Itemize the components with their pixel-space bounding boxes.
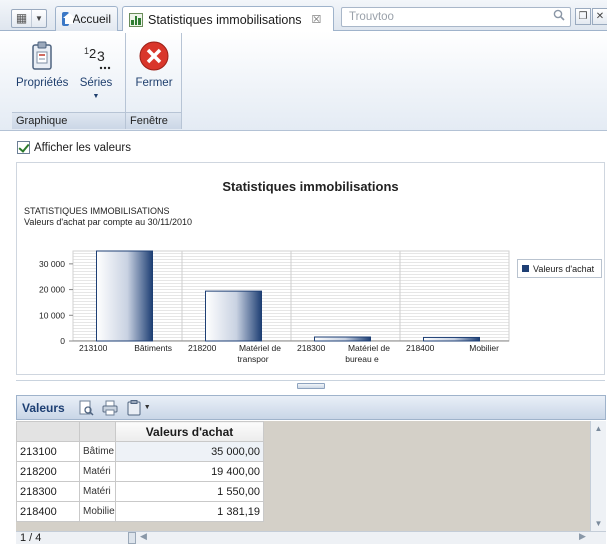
y-tick-label: 0 bbox=[60, 336, 65, 346]
chevron-down-icon: ▼ bbox=[35, 14, 43, 23]
bar bbox=[96, 250, 153, 342]
x-category-name-line2: transpor bbox=[237, 354, 268, 364]
bar bbox=[423, 336, 480, 342]
column-header-valeurs-achat[interactable]: Valeurs d'achat bbox=[115, 421, 264, 442]
y-tick-label: 30 000 bbox=[39, 259, 65, 269]
ribbon-group-graphique: Propriétés 1 2 3 Séries ▼ Graphique bbox=[12, 33, 126, 129]
table-row[interactable]: 218400 Mobilie 1 381,19 bbox=[16, 501, 264, 522]
chart-panel: Statistiques immobilisations STATISTIQUE… bbox=[16, 162, 605, 375]
fermer-button[interactable]: Fermer bbox=[128, 37, 180, 89]
x-category-code: 218400 bbox=[406, 343, 435, 353]
row-label: Mobilie bbox=[79, 501, 116, 522]
show-values-label: Afficher les valeurs bbox=[34, 141, 131, 154]
ribbon-group-label-graphique: Graphique bbox=[12, 112, 125, 129]
row-label: Bâtime bbox=[79, 441, 116, 462]
row-value[interactable]: 1 550,00 bbox=[115, 481, 264, 502]
bar bbox=[205, 290, 262, 342]
fermer-label: Fermer bbox=[135, 77, 173, 89]
x-category-name: Matériel de bbox=[348, 343, 390, 353]
tab-accueil[interactable]: Accueil bbox=[55, 6, 118, 31]
series-label: Séries bbox=[79, 77, 113, 89]
tab-accueil-label: Accueil bbox=[72, 12, 111, 26]
legend-label: Valeurs d'achat bbox=[533, 263, 595, 274]
show-values-checkbox[interactable] bbox=[17, 141, 30, 154]
row-code: 218300 bbox=[16, 481, 80, 502]
row-value[interactable]: 19 400,00 bbox=[115, 461, 264, 482]
table-row[interactable]: 218300 Matéri 1 550,00 bbox=[16, 481, 264, 502]
x-category-name: Matériel de bbox=[239, 343, 281, 353]
x-category-name: Mobilier bbox=[469, 343, 499, 353]
search-field[interactable]: Trouvtoo bbox=[341, 7, 571, 27]
row-code: 218200 bbox=[16, 461, 80, 482]
ribbon: Propriétés 1 2 3 Séries ▼ Graphique Ferm… bbox=[0, 31, 607, 131]
scroll-left-icon[interactable]: ◀ bbox=[140, 531, 147, 542]
tab-bar: ▦ ▼ Accueil Statistiques immobilisations… bbox=[0, 0, 607, 32]
x-category-name: Bâtiments bbox=[134, 343, 172, 353]
clipboard-menu-icon[interactable]: ▼ bbox=[125, 399, 153, 416]
scroll-right-icon[interactable]: ▶ bbox=[579, 531, 586, 542]
row-code: 218400 bbox=[16, 501, 80, 522]
app-menu-button[interactable]: ▦ ▼ bbox=[11, 9, 47, 28]
print-icon[interactable] bbox=[101, 400, 119, 416]
bar-chart-icon bbox=[129, 12, 143, 27]
row-value[interactable]: 35 000,00 bbox=[115, 441, 264, 462]
print-preview-icon[interactable] bbox=[77, 400, 95, 416]
proprietes-label: Propriétés bbox=[16, 77, 69, 89]
row-label: Matéri bbox=[79, 481, 116, 502]
chevron-down-icon: ▼ bbox=[92, 93, 100, 100]
header-blank-label bbox=[79, 421, 116, 442]
tab-close-icon[interactable]: ☒ bbox=[312, 13, 322, 26]
svg-text:3: 3 bbox=[97, 48, 105, 64]
x-category-code: 218300 bbox=[297, 343, 326, 353]
ribbon-group-label-fenetre: Fenêtre bbox=[126, 112, 181, 129]
chevron-down-icon: ▼ bbox=[143, 404, 151, 411]
ribbon-group-fenetre: Fermer Fenêtre bbox=[126, 33, 182, 129]
close-window-icon[interactable]: ✕ bbox=[592, 8, 607, 25]
svg-text:2: 2 bbox=[89, 46, 96, 61]
panel-splitter-handle[interactable] bbox=[297, 383, 325, 389]
grid-menu-icon: ▦ bbox=[12, 10, 32, 27]
proprietes-button[interactable]: Propriétés bbox=[16, 37, 68, 89]
bar bbox=[314, 336, 371, 342]
y-tick-label: 10 000 bbox=[39, 310, 65, 320]
row-code: 213100 bbox=[16, 441, 80, 462]
x-category-code: 218200 bbox=[188, 343, 217, 353]
series-button[interactable]: 1 2 3 Séries ▼ bbox=[70, 37, 122, 100]
grid-status-bar: 1 / 4 ◀ ▶ bbox=[16, 531, 606, 544]
clipboard-properties-icon bbox=[32, 41, 52, 70]
show-values-option[interactable]: Afficher les valeurs bbox=[17, 141, 131, 154]
values-title: Valeurs bbox=[22, 400, 65, 415]
header-blank-code bbox=[16, 421, 80, 442]
legend-swatch bbox=[522, 265, 529, 272]
close-red-x-icon bbox=[139, 41, 169, 71]
tab-statistiques-label: Statistiques immobilisations bbox=[148, 12, 302, 27]
splitter-line bbox=[16, 380, 605, 381]
table-row[interactable]: 213100 Bâtime 35 000,00 bbox=[16, 441, 264, 462]
series-123-icon: 1 2 3 bbox=[84, 46, 111, 70]
row-label: Matéri bbox=[79, 461, 116, 482]
y-tick-label: 20 000 bbox=[39, 285, 65, 295]
search-placeholder: Trouvtoo bbox=[349, 11, 394, 23]
tab-statistiques-immobilisations[interactable]: Statistiques immobilisations ☒ bbox=[122, 6, 334, 32]
chart-legend: Valeurs d'achat bbox=[517, 259, 602, 278]
scroll-up-icon[interactable]: ▲ bbox=[591, 421, 606, 436]
restore-window-icon[interactable]: ❐ bbox=[575, 8, 591, 25]
values-table: Valeurs d'achat 213100 Bâtime 35 000,00 … bbox=[16, 421, 264, 522]
table-row[interactable]: 218200 Matéri 19 400,00 bbox=[16, 461, 264, 482]
vertical-scrollbar[interactable]: ▲ ▼ bbox=[590, 421, 606, 531]
x-category-code: 213100 bbox=[79, 343, 108, 353]
values-grid: Valeurs d'achat 213100 Bâtime 35 000,00 … bbox=[16, 421, 590, 531]
row-value[interactable]: 1 381,19 bbox=[115, 501, 264, 522]
home-icon bbox=[62, 12, 76, 26]
table-header-row: Valeurs d'achat bbox=[16, 421, 264, 442]
values-toolbar: Valeurs ▼ bbox=[16, 395, 606, 420]
record-pager: 1 / 4 bbox=[20, 532, 42, 544]
search-icon[interactable] bbox=[553, 9, 565, 21]
x-category-name-line2: bureau e bbox=[345, 354, 379, 364]
horizontal-scroll-thumb[interactable] bbox=[128, 532, 136, 544]
scroll-down-icon[interactable]: ▼ bbox=[591, 516, 606, 531]
